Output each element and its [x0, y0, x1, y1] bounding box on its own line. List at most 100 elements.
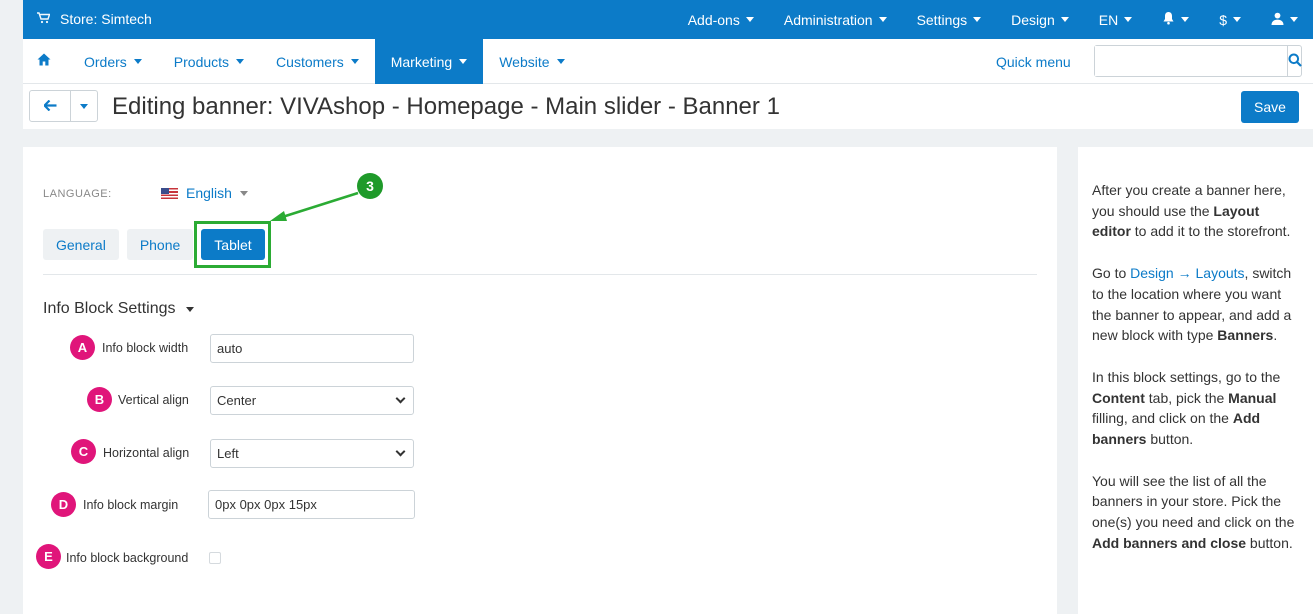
help-text: You will see the list of all the banners…	[1092, 472, 1295, 531]
nav-products-label: Products	[173, 53, 230, 70]
home-icon[interactable]	[37, 53, 53, 69]
caret-down-icon	[1060, 17, 1069, 22]
vertical-align-select[interactable]: Center	[210, 386, 414, 415]
design-layouts-link[interactable]: Design → Layouts	[1130, 265, 1244, 281]
caret-down-icon	[239, 190, 248, 196]
nav-marketing[interactable]: Marketing	[374, 39, 484, 84]
menu-currency-label: $	[1219, 11, 1227, 28]
menu-language[interactable]: EN	[1084, 12, 1147, 28]
menu-settings[interactable]: Settings	[902, 12, 997, 28]
tab-phone[interactable]: Phone	[126, 229, 194, 260]
info-block-width-input[interactable]: auto	[210, 334, 414, 363]
section-toggle[interactable]: Info Block Settings	[43, 300, 194, 318]
help-text: to add it to the storefront.	[1130, 223, 1291, 240]
help-text-bold: Content	[1092, 389, 1145, 406]
main-panel: LANGUAGE: English 3 General Phone Tablet…	[23, 147, 1057, 614]
menu-addons-label: Add-ons	[687, 11, 740, 28]
menu-language-label: EN	[1098, 11, 1119, 28]
language-selector[interactable]: English	[161, 185, 248, 201]
help-paragraph-2: Go to Design → Layouts, switch to the lo…	[1092, 263, 1299, 346]
nav-products[interactable]: Products	[158, 39, 260, 84]
cart-icon	[37, 11, 51, 27]
main-navbar: Orders Products Customers Marketing Webs…	[23, 39, 1313, 84]
info-block-width-value: auto	[217, 341, 243, 356]
store-switcher[interactable]: Store: Simtech	[37, 11, 152, 27]
help-text: Go to	[1092, 265, 1131, 282]
caret-down-icon	[459, 59, 468, 64]
search-input[interactable]	[1095, 46, 1287, 76]
help-text: filling, and click on the	[1092, 410, 1233, 427]
language-value: English	[186, 185, 232, 201]
nav-website-label: Website	[499, 53, 550, 70]
info-block-background-label: Info block background	[66, 551, 189, 565]
title-bar: Editing banner: VIVAshop - Homepage - Ma…	[23, 84, 1313, 129]
back-dropdown-button[interactable]	[71, 91, 97, 121]
language-label: LANGUAGE:	[43, 188, 112, 200]
caret-down-icon	[185, 306, 194, 312]
menu-notifications[interactable]	[1147, 11, 1204, 28]
save-button[interactable]: Save	[1241, 91, 1299, 123]
help-text: tab, pick the	[1144, 389, 1229, 406]
caret-down-icon	[133, 59, 142, 64]
help-text: button.	[1246, 534, 1293, 551]
caret-down-icon	[973, 17, 982, 22]
badge-a: A	[70, 335, 95, 360]
caret-down-icon	[80, 103, 88, 109]
caret-down-icon	[1124, 17, 1133, 22]
menu-design[interactable]: Design	[996, 12, 1084, 28]
info-block-background-checkbox[interactable]	[209, 552, 221, 564]
info-block-margin-input[interactable]: 0px 0px 0px 15px	[208, 490, 415, 519]
vertical-align-value: Center	[217, 393, 257, 408]
badge-c: C	[71, 439, 96, 464]
nav-marketing-label: Marketing	[390, 53, 453, 70]
badge-d: D	[51, 492, 76, 517]
back-button[interactable]	[30, 91, 71, 121]
arrow-left-icon	[42, 98, 57, 114]
tab-general[interactable]: General	[43, 229, 119, 260]
horizontal-align-label: Horizontal align	[103, 446, 190, 460]
caret-down-icon	[556, 59, 565, 64]
nav-orders-label: Orders	[84, 53, 127, 70]
help-text-bold: Add banners and close	[1092, 534, 1247, 551]
nav-customers-label: Customers	[276, 53, 344, 70]
nav-website[interactable]: Website	[483, 39, 580, 84]
menu-user[interactable]	[1256, 12, 1313, 28]
chevron-down-icon	[395, 393, 406, 404]
menu-currency[interactable]: $	[1204, 12, 1256, 28]
back-button-group	[29, 90, 98, 122]
badge-b: B	[87, 387, 112, 412]
help-sidebar: After you create a banner here, you shou…	[1078, 147, 1313, 614]
horizontal-align-value: Left	[217, 446, 239, 461]
highlight-box	[194, 221, 271, 268]
nav-orders[interactable]: Orders	[68, 39, 158, 84]
menu-administration-label: Administration	[783, 11, 873, 28]
store-label: Store: Simtech	[60, 11, 152, 27]
help-text: button.	[1146, 431, 1194, 448]
menu-design-label: Design	[1011, 11, 1055, 28]
quick-menu-link[interactable]: Quick menu	[996, 54, 1071, 70]
user-icon	[1271, 12, 1284, 28]
info-block-margin-value: 0px 0px 0px 15px	[215, 497, 317, 512]
help-paragraph-4: You will see the list of all the banners…	[1092, 471, 1299, 554]
help-paragraph-3: In this block settings, go to the Conten…	[1092, 367, 1299, 450]
page-title: Editing banner: VIVAshop - Homepage - Ma…	[112, 93, 780, 120]
chevron-down-icon	[395, 446, 406, 457]
help-paragraph-1: After you create a banner here, you shou…	[1092, 180, 1299, 242]
caret-down-icon	[878, 17, 887, 22]
top-bar: Store: Simtech Add-ons Administration Se…	[23, 0, 1313, 39]
menu-administration[interactable]: Administration	[769, 12, 902, 28]
nav-items: Orders Products Customers Marketing Webs…	[68, 39, 581, 84]
bell-icon	[1162, 11, 1175, 28]
pointer-arrow-icon	[270, 191, 359, 221]
nav-customers[interactable]: Customers	[260, 39, 375, 84]
horizontal-align-select[interactable]: Left	[210, 439, 414, 468]
menu-settings-label: Settings	[916, 11, 968, 28]
menu-addons[interactable]: Add-ons	[673, 12, 769, 28]
search-icon	[1288, 53, 1302, 70]
caret-down-icon	[236, 59, 245, 64]
vertical-align-label: Vertical align	[118, 393, 189, 407]
tabs-divider	[43, 274, 1037, 275]
help-text: In this block settings, go to the	[1092, 368, 1281, 385]
caret-down-icon	[350, 59, 359, 64]
search-button[interactable]	[1287, 46, 1302, 76]
